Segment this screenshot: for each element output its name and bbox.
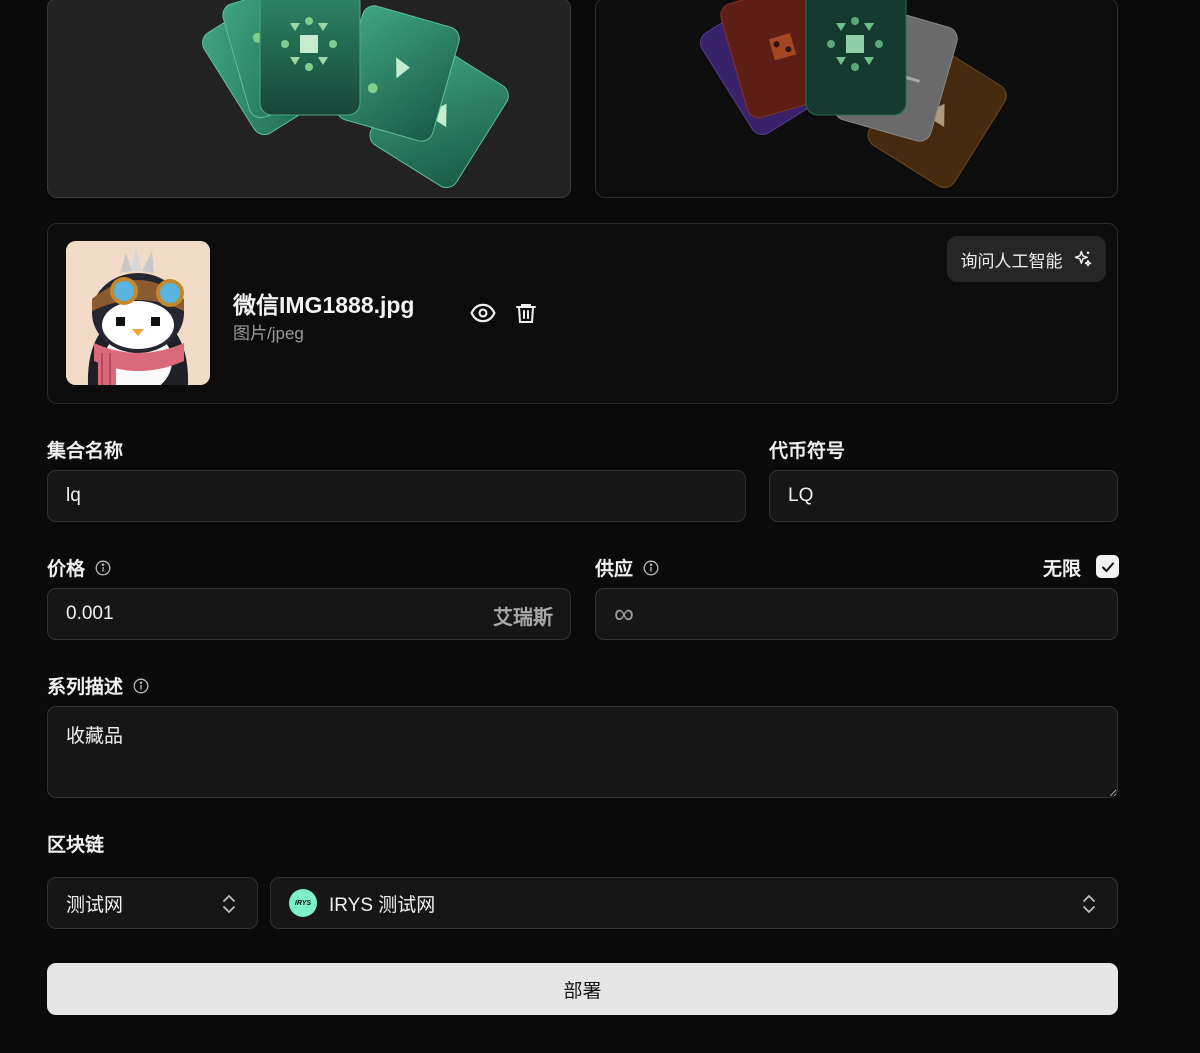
info-icon[interactable]: [133, 678, 149, 694]
unlimited-label: 无限: [1043, 554, 1081, 581]
file-type: 图片/jpeg: [233, 324, 304, 343]
token-symbol-input[interactable]: LQ: [769, 470, 1118, 522]
price-input[interactable]: 0.001 艾瑞斯: [47, 588, 571, 640]
description-label: 系列描述: [47, 672, 149, 699]
price-value: 0.001: [66, 603, 114, 624]
chevron-up-down-icon: [223, 895, 235, 913]
description-label-text: 系列描述: [47, 677, 124, 698]
chain-value: IRYS 测试网: [329, 894, 436, 916]
sparkles-icon: [1074, 250, 1091, 267]
info-icon[interactable]: [95, 560, 111, 576]
token-symbol-value: LQ: [788, 485, 814, 506]
price-label-text: 价格: [47, 559, 86, 580]
price-currency: 艾瑞斯: [493, 607, 553, 629]
ask-ai-label: 询问人工智能: [960, 251, 1063, 271]
unlimited-label-text: 无限: [1043, 559, 1082, 580]
delete-button[interactable]: [511, 298, 541, 328]
price-label: 价格: [47, 554, 111, 581]
supply-label-text: 供应: [595, 559, 634, 580]
chevron-up-down-icon: [1083, 895, 1095, 913]
irys-logo-icon: IRYS: [289, 889, 317, 917]
token-symbol-label: 代币符号: [769, 436, 845, 463]
penguin-avatar-image: [66, 241, 210, 385]
blockchain-label: 区块链: [47, 830, 104, 857]
collection-name-value: lq: [66, 485, 81, 506]
collection-name-input[interactable]: lq: [47, 470, 746, 522]
network-select[interactable]: 测试网: [47, 877, 258, 929]
collection-name-label-text: 集合名称: [47, 441, 124, 462]
ask-ai-button[interactable]: 询问人工智能: [947, 236, 1106, 282]
trash-icon: [516, 304, 536, 323]
blockchain-label-text: 区块链: [47, 835, 105, 856]
description-textarea[interactable]: 收藏品: [47, 706, 1118, 798]
supply-value: ∞: [614, 598, 634, 629]
card-fan-mixed-illustration: [700, 0, 1007, 189]
deploy-label: 部署: [563, 980, 602, 1002]
deploy-button[interactable]: 部署: [47, 963, 1118, 1015]
unlimited-checkbox[interactable]: [1096, 555, 1119, 578]
collection-name-label: 集合名称: [47, 436, 123, 463]
network-value: 测试网: [66, 894, 124, 916]
supply-input[interactable]: ∞: [595, 588, 1118, 640]
card-style-option-green[interactable]: [47, 0, 571, 198]
uploaded-image-thumbnail[interactable]: [66, 241, 210, 385]
eye-icon: [470, 303, 496, 323]
card-fan-green-illustration: [202, 0, 509, 189]
chain-select[interactable]: IRYS IRYS 测试网: [270, 877, 1118, 929]
info-icon[interactable]: [643, 560, 659, 576]
file-name: 微信IMG1888.jpg: [233, 292, 415, 318]
preview-button[interactable]: [468, 298, 498, 328]
token-symbol-label-text: 代币符号: [769, 441, 846, 462]
image-upload-card: 微信IMG1888.jpg 图片/jpeg 询问人工智能: [47, 223, 1118, 404]
check-icon: [1101, 562, 1114, 572]
card-style-option-mixed[interactable]: [595, 0, 1118, 198]
supply-label: 供应: [595, 554, 659, 581]
